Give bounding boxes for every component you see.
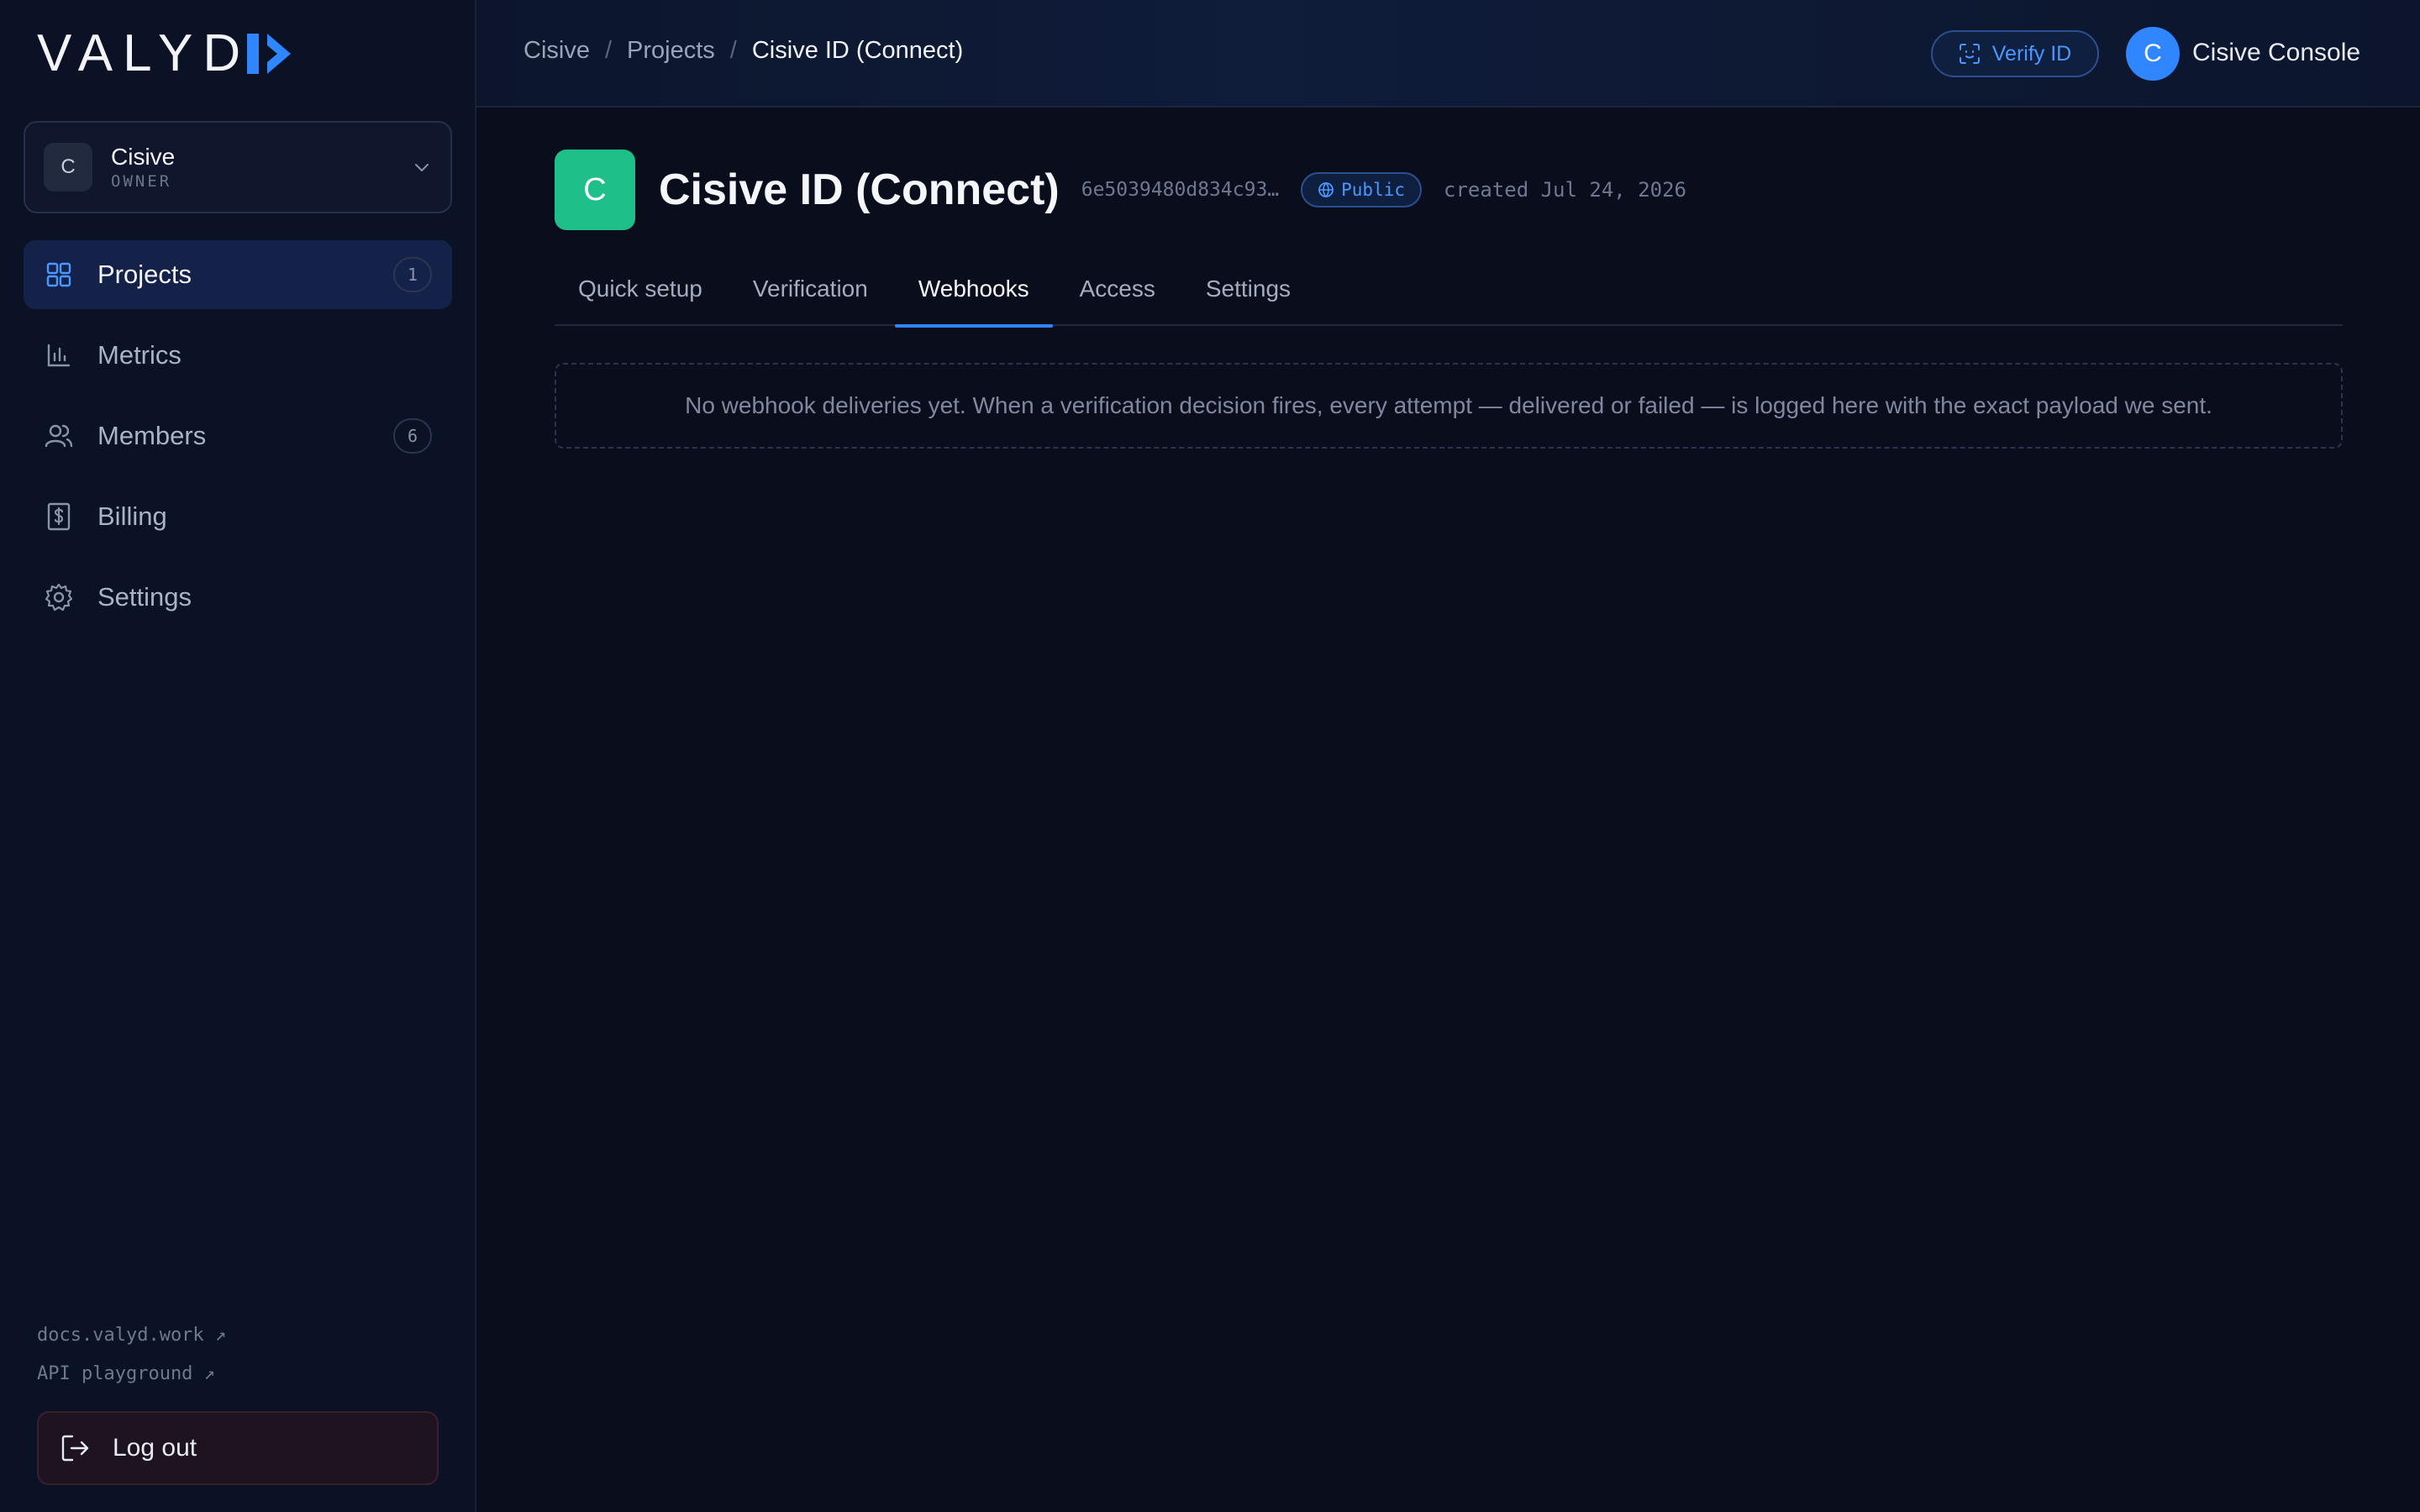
tab-verification[interactable]: Verification [729,265,892,326]
tab-quick-setup[interactable]: Quick setup [555,265,726,326]
sidebar-item-metrics[interactable]: Metrics [24,321,452,390]
verify-id-button[interactable]: Verify ID [1931,30,2099,77]
verify-id-label: Verify ID [1991,41,2072,66]
receipt-dollar-icon [44,501,74,532]
sidebar-nav: Projects 1 Metrics Members 6 Billing Set… [24,240,452,643]
project-header: C Cisive ID (Connect) 6e5039480d834c93… … [555,150,1686,230]
sidebar-item-label: Projects [97,260,192,289]
project-icon: C [555,150,635,230]
visibility-badge: Public [1301,172,1422,207]
sidebar-item-projects[interactable]: Projects 1 [24,240,452,309]
sidebar-item-settings[interactable]: Settings [24,563,452,632]
valydid-logo[interactable]: VALYD [37,24,292,82]
logout-label: Log out [113,1434,197,1462]
org-avatar: C [44,143,92,192]
api-playground-link[interactable]: API playground ↗ [37,1362,215,1387]
visibility-label: Public [1341,180,1405,200]
globe-icon [1318,182,1334,197]
sidebar: VALYD C Cisive OWNER Projects 1 Metrics … [0,0,476,1512]
logout-icon [61,1435,89,1462]
breadcrumb: Cisive / Projects / Cisive ID (Connect) [523,37,963,65]
projects-count-badge: 1 [393,257,432,292]
logo-chevron-icon [267,34,292,74]
scan-face-icon [1959,44,1980,64]
breadcrumb-separator: / [729,37,737,64]
sidebar-item-label: Metrics [97,340,182,370]
gear-icon [44,582,74,612]
org-switcher[interactable]: C Cisive OWNER [24,121,452,213]
webhooks-empty-state: No webhook deliveries yet. When a verifi… [555,363,2343,449]
org-name: Cisive [111,144,176,170]
user-name[interactable]: Cisive Console [2192,39,2360,67]
logo-mark [247,34,292,74]
project-tabs: Quick setup Verification Webhooks Access… [555,265,2343,328]
org-info: Cisive OWNER [111,143,412,192]
tab-webhooks[interactable]: Webhooks [894,265,1053,328]
sidebar-item-billing[interactable]: Billing [24,482,452,551]
breadcrumb-separator: / [604,37,613,64]
tab-access[interactable]: Access [1056,265,1179,326]
users-icon [44,421,74,451]
user-avatar[interactable]: C [2126,27,2180,81]
grid-icon [44,260,74,290]
chevron-down-icon [415,164,429,171]
sidebar-item-label: Members [97,421,207,450]
docs-link[interactable]: docs.valyd.work ↗ [37,1323,226,1348]
sidebar-item-label: Settings [97,582,192,612]
sidebar-item-members[interactable]: Members 6 [24,402,452,470]
logo-wordmark: VALYD [37,24,251,82]
members-count-badge: 6 [393,418,432,454]
page-title: Cisive ID (Connect) [659,165,1060,214]
top-bar: Cisive / Projects / Cisive ID (Connect) … [476,0,2420,108]
breadcrumb-current: Cisive ID (Connect) [751,37,964,64]
created-date: created Jul 24, 2026 [1444,178,1686,202]
sidebar-item-label: Billing [97,501,167,531]
logo-i-bar [247,34,260,74]
org-role: OWNER [111,172,172,191]
breadcrumb-org[interactable]: Cisive [523,37,590,65]
bar-chart-icon [44,340,74,370]
tab-settings[interactable]: Settings [1182,265,1314,326]
breadcrumb-projects[interactable]: Projects [627,37,715,65]
project-id[interactable]: 6e5039480d834c93… [1081,179,1279,201]
logout-button[interactable]: Log out [37,1411,439,1485]
